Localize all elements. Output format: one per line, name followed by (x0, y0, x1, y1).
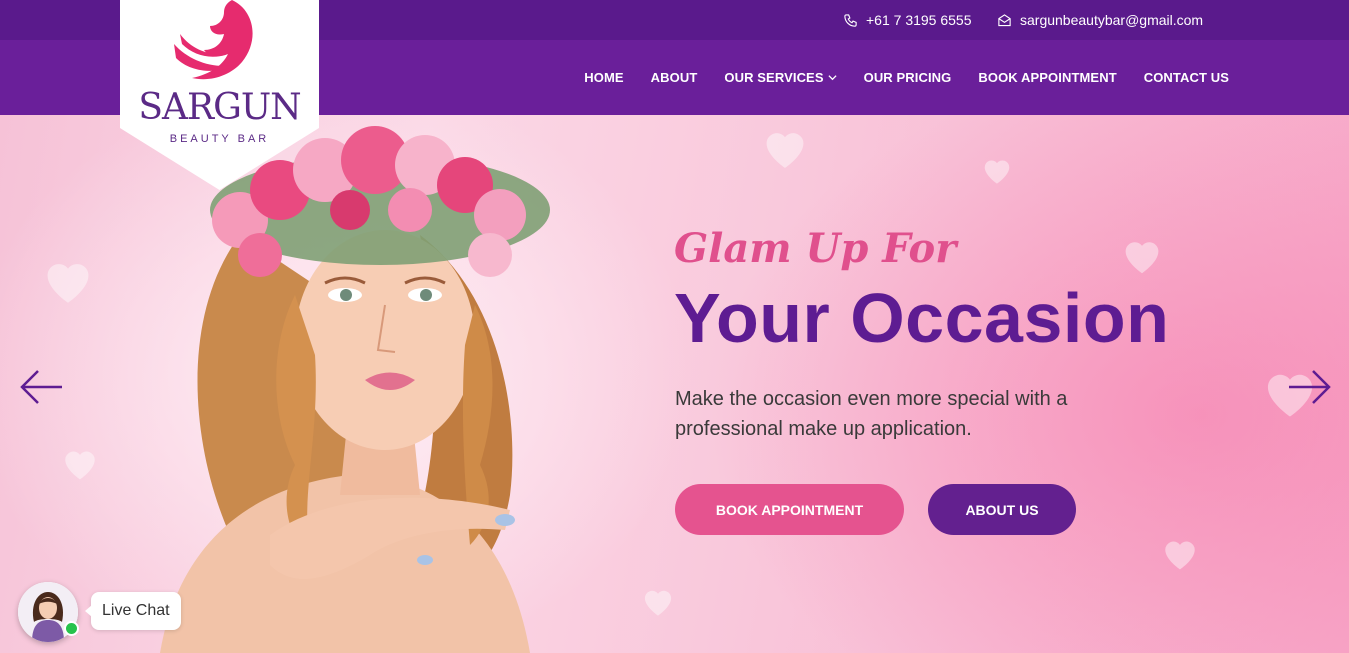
nav-about-label: ABOUT (650, 70, 698, 85)
main-menu: HOME ABOUT OUR SERVICES OUR PRICING BOOK… (584, 40, 1229, 115)
woman-silhouette-logo (174, 0, 253, 80)
site-logo[interactable]: SARGUN BEAUTY BAR (120, 0, 319, 190)
model-woman-image (160, 126, 550, 653)
heart-decoration (47, 264, 89, 303)
logo-subtitle: BEAUTY BAR (169, 133, 270, 145)
phone-contact[interactable]: +61 7 3195 6555 (843, 0, 972, 40)
hero-description: Make the occasion even more special with… (675, 388, 1068, 440)
hero-tagline: Glam Up For (674, 225, 957, 272)
heart-decoration (984, 160, 1010, 184)
heart-decoration (1165, 541, 1195, 570)
nav-book-appointment-label: BOOK APPOINTMENT (978, 70, 1117, 85)
live-chat-label: Live Chat (102, 602, 170, 619)
chevron-down-icon (828, 75, 837, 81)
phone-icon (844, 13, 857, 27)
nav-our-pricing[interactable]: OUR PRICING (864, 70, 952, 85)
envelope-icon (998, 13, 1011, 26)
heart-decoration (644, 590, 672, 616)
heart-decoration (1125, 242, 1159, 274)
nav-contact-us-label: CONTACT US (1143, 70, 1229, 85)
logo-name: SARGUN (138, 87, 301, 128)
arrow-left-icon[interactable] (18, 367, 64, 407)
nav-contact-us[interactable]: CONTACT US (1144, 70, 1229, 85)
live-chat-button[interactable]: Live Chat (85, 592, 181, 630)
nav-home-label: HOME (584, 70, 624, 85)
nav-book-appointment[interactable]: BOOK APPOINTMENT (978, 70, 1116, 85)
nav-our-services[interactable]: OUR SERVICES (724, 70, 837, 85)
hero-slider: Glam Up For Your Occasion Make the occas… (0, 115, 1349, 653)
about-us-button[interactable]: ABOUT US (928, 484, 1076, 535)
phone-number[interactable]: +61 7 3195 6555 (866, 12, 972, 28)
nav-home[interactable]: HOME (584, 70, 623, 85)
email-contact[interactable]: sargunbeautybar@gmail.com (997, 0, 1203, 40)
book-appointment-button[interactable]: BOOK APPOINTMENT (675, 484, 904, 535)
nav-about[interactable]: ABOUT (651, 70, 698, 85)
arrow-right-icon[interactable] (1287, 367, 1333, 407)
online-status-dot (64, 621, 79, 636)
heart-decoration (766, 133, 804, 168)
hero-headline: Your Occasion (674, 279, 1170, 357)
nav-our-pricing-label: OUR PRICING (863, 70, 952, 85)
nav-our-services-label: OUR SERVICES (724, 70, 824, 85)
heart-decoration (65, 451, 95, 480)
email-address[interactable]: sargunbeautybar@gmail.com (1020, 12, 1203, 28)
